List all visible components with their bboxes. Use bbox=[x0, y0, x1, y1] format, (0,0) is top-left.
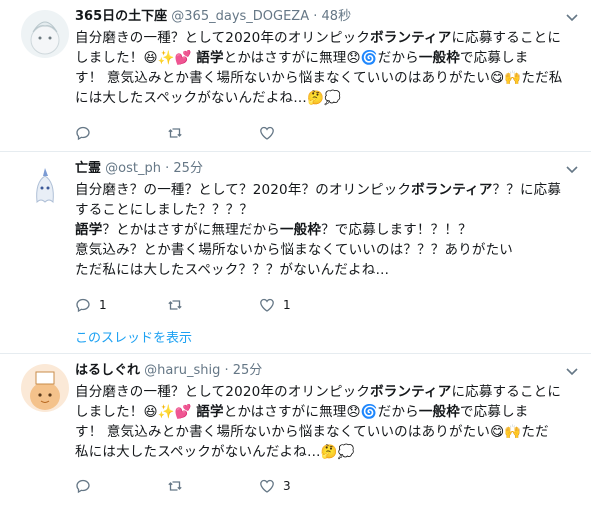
reply-button[interactable] bbox=[75, 125, 167, 141]
retweet-icon bbox=[168, 481, 182, 491]
chevron-down-icon[interactable] bbox=[565, 12, 579, 22]
text-bold: 語学 bbox=[75, 222, 103, 238]
separator-dot: · bbox=[313, 9, 318, 24]
reply-icon bbox=[76, 298, 90, 313]
tweet-header: 亡霊 @ost_ph · 25分 bbox=[75, 160, 565, 178]
action-bar: 3 bbox=[75, 478, 351, 494]
text-segment: 意気込み？とか書く場所ないから悩まなくていいのは？？？ありがたい bbox=[75, 242, 513, 258]
user-handle[interactable]: @ost_ph bbox=[105, 161, 161, 176]
retweet-icon bbox=[168, 128, 182, 138]
text-segment: 私には大したスペックがないんだよね…🤔💭 bbox=[75, 444, 355, 460]
text-bold: 語学 bbox=[196, 50, 224, 66]
separator-dot: · bbox=[165, 161, 170, 176]
chevron-down-icon[interactable] bbox=[565, 164, 579, 174]
text-segment: しました！😆✨💕 bbox=[75, 50, 197, 66]
like-button[interactable]: 1 bbox=[259, 297, 351, 313]
user-handle[interactable]: @365_days_DOGEZA bbox=[171, 9, 309, 24]
heart-icon bbox=[260, 298, 274, 312]
user-handle[interactable]: @haru_shig bbox=[144, 363, 220, 378]
text-bold: 一般枠 bbox=[418, 404, 460, 420]
like-button[interactable] bbox=[259, 125, 351, 141]
text-segment: す！ 意気込みとか書く場所ないから悩まなくていいのはありがたい😋🙌ただ bbox=[75, 424, 549, 440]
text-segment: ただ私には大したスペック？？？がないんだよね… bbox=[75, 262, 390, 278]
text-segment: で応募しま bbox=[459, 50, 529, 66]
tweet[interactable]: はるしぐれ @haru_shig · 25分 自分磨きの一種？として2020年の… bbox=[0, 354, 591, 513]
text-segment: に応募することに bbox=[451, 384, 562, 400]
tweet[interactable]: 365日の土下座 @365_days_DOGEZA · 48秒 自分磨きの一種？… bbox=[0, 0, 591, 152]
timestamp[interactable]: 25分 bbox=[173, 161, 203, 176]
text-segment: ？で応募します！？！？ bbox=[321, 222, 472, 238]
tweet-header: 365日の土下座 @365_days_DOGEZA · 48秒 bbox=[75, 8, 565, 26]
display-name[interactable]: 亡霊 bbox=[75, 161, 101, 176]
tweet-text: 自分磨きの一種？として2020年のオリンピックボランティアに応募することに しま… bbox=[75, 28, 565, 108]
text-segment: 自分磨きの一種？として2020年のオリンピック bbox=[75, 30, 371, 46]
tweet-header: はるしぐれ @haru_shig · 25分 bbox=[75, 362, 565, 380]
chevron-down-icon[interactable] bbox=[565, 366, 579, 376]
timestamp[interactable]: 25分 bbox=[233, 363, 263, 378]
text-bold: 語学 bbox=[196, 404, 224, 420]
text-segment: ？とかはさすがに無理だから bbox=[102, 222, 280, 238]
avatar[interactable] bbox=[21, 10, 69, 58]
like-button[interactable]: 3 bbox=[259, 478, 351, 494]
text-segment: 自分磨き？の一種？として？2020年？のオリンピック bbox=[75, 182, 412, 198]
action-bar bbox=[75, 125, 351, 141]
timestamp[interactable]: 48秒 bbox=[322, 9, 352, 24]
text-bold: ボランティア bbox=[411, 182, 493, 198]
text-segment: 自分磨きの一種？として2020年のオリンピック bbox=[75, 384, 371, 400]
reply-button[interactable] bbox=[75, 478, 167, 494]
reply-icon bbox=[76, 479, 90, 494]
display-name[interactable]: はるしぐれ bbox=[75, 363, 140, 378]
text-segment: に応募することに bbox=[451, 30, 562, 46]
text-segment: す！ 意気込みとか書く場所ないから悩まなくていいのはありがたい😋🙌ただ私 bbox=[75, 70, 563, 86]
tweet-text: 自分磨きの一種？として2020年のオリンピックボランティアに応募することに しま… bbox=[75, 382, 565, 462]
avatar[interactable] bbox=[21, 364, 69, 412]
text-segment: とかはさすがに無理😞🌀だから bbox=[223, 50, 419, 66]
text-bold: ボランティア bbox=[370, 30, 452, 46]
separator-dot: · bbox=[224, 363, 229, 378]
retweet-button[interactable] bbox=[167, 478, 259, 494]
reply-count: 1 bbox=[99, 298, 107, 312]
text-segment: することにしました？？？？ bbox=[75, 202, 254, 218]
retweet-button[interactable] bbox=[167, 297, 259, 313]
retweet-button[interactable] bbox=[167, 125, 259, 141]
reply-button[interactable]: 1 bbox=[75, 297, 167, 313]
text-segment: しました！😆✨💕 bbox=[75, 404, 197, 420]
text-segment: ？？に応募 bbox=[492, 182, 562, 198]
text-segment: で応募しま bbox=[459, 404, 529, 420]
tweet-text: 自分磨き？の一種？として？2020年？のオリンピックボランティア？？に応募 する… bbox=[75, 180, 565, 280]
text-bold: 一般枠 bbox=[279, 222, 322, 238]
tweet[interactable]: 亡霊 @ost_ph · 25分 自分磨き？の一種？として？2020年？のオリン… bbox=[0, 152, 591, 354]
heart-icon bbox=[260, 126, 274, 140]
text-segment: とかはさすがに無理😞🌀だから bbox=[223, 404, 419, 420]
text-bold: ボランティア bbox=[370, 384, 452, 400]
show-thread-link[interactable]: このスレッドを表示 bbox=[75, 327, 192, 346]
avatar[interactable] bbox=[21, 162, 69, 210]
retweet-icon bbox=[168, 300, 182, 310]
like-count: 1 bbox=[283, 298, 291, 312]
action-bar: 1 1 bbox=[75, 297, 351, 313]
like-count: 3 bbox=[283, 479, 291, 493]
reply-icon bbox=[76, 126, 90, 141]
heart-icon bbox=[260, 479, 274, 493]
text-bold: 一般枠 bbox=[418, 50, 460, 66]
text-segment: には大したスペックがないんだよね…🤔💭 bbox=[75, 90, 341, 106]
display-name[interactable]: 365日の土下座 bbox=[75, 9, 167, 24]
